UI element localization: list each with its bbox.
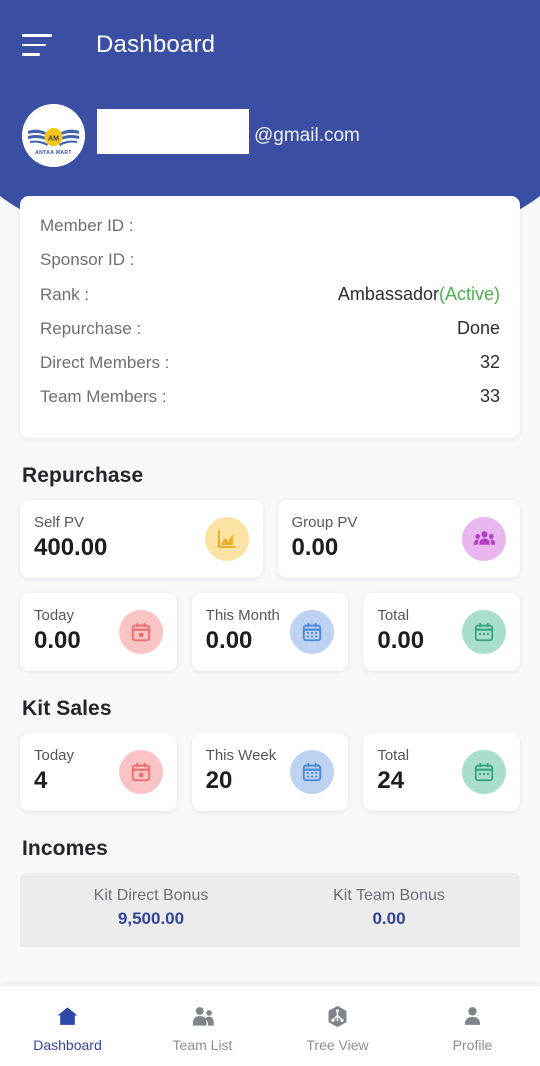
repurchase-period-row: Today 0.00 This Month 0.00 Total 0.00 xyxy=(0,593,540,671)
repurchase-pv-row: Self PV 400.00 Group PV 0.00 xyxy=(0,500,540,578)
info-row-team-members: Team Members : 33 xyxy=(40,386,500,420)
info-value: 33 xyxy=(479,386,500,406)
info-label: Team Members : xyxy=(40,387,167,406)
area-chart-icon xyxy=(204,516,249,561)
calendar-month-icon xyxy=(290,609,335,654)
stat-value: 0.00 xyxy=(34,627,81,655)
nav-label: Team List xyxy=(172,1036,233,1053)
stat-label: Total xyxy=(377,746,410,764)
antaa-mart-logo-icon: AM ANTAA MART xyxy=(22,104,85,167)
hamburger-menu-icon[interactable] xyxy=(22,32,56,58)
home-icon xyxy=(55,1004,80,1030)
stat-label: Today xyxy=(34,606,75,624)
stat-texts: Total 0.00 xyxy=(377,607,424,657)
stat-value: 400.00 xyxy=(34,534,108,562)
stat-texts: Today 0.00 xyxy=(34,607,81,657)
stat-card-self-pv[interactable]: Self PV 400.00 xyxy=(20,500,263,578)
nav-item-profile[interactable]: Profile xyxy=(405,986,540,1066)
info-row-member-id: Member ID : xyxy=(40,216,500,250)
info-label: Direct Members : xyxy=(40,353,170,372)
income-label: Kit Team Bonus xyxy=(333,887,445,904)
network-tree-icon xyxy=(325,1004,350,1030)
stat-label: This Month xyxy=(205,606,280,624)
nav-item-dashboard[interactable]: Dashboard xyxy=(0,986,135,1066)
stat-card-kit-week[interactable]: This Week 20 xyxy=(191,733,349,811)
stat-texts: Total 24 xyxy=(377,747,409,797)
svg-text:ANTAA MART: ANTAA MART xyxy=(35,150,72,156)
stat-card-repurchase-month[interactable]: This Month 0.00 xyxy=(191,593,349,671)
svg-text:AM: AM xyxy=(48,136,59,143)
stat-texts: This Week 20 xyxy=(206,747,277,797)
stat-value: 24 xyxy=(377,767,405,795)
nav-item-tree-view[interactable]: Tree View xyxy=(270,986,405,1066)
calendar-today-icon xyxy=(118,749,163,794)
people-icon xyxy=(190,1004,216,1030)
stat-label: Today xyxy=(34,746,75,764)
stat-texts: Self PV 400.00 xyxy=(34,514,107,564)
section-title-incomes: Incomes xyxy=(22,837,108,860)
stat-label: This Week xyxy=(205,746,277,764)
info-row-direct-members: Direct Members : 32 xyxy=(40,352,500,386)
status-badge: (Active) xyxy=(438,284,500,304)
info-row-repurchase: Repurchase : Done xyxy=(40,318,500,352)
stat-texts: Group PV 0.00 xyxy=(292,514,358,564)
dashboard-content[interactable]: Member ID : Sponsor ID : Rank : Ambassad… xyxy=(0,196,540,986)
info-value: 32 xyxy=(479,352,500,372)
member-info-card: Member ID : Sponsor ID : Rank : Ambassad… xyxy=(20,196,520,438)
stat-card-group-pv[interactable]: Group PV 0.00 xyxy=(277,500,520,578)
nav-label: Tree View xyxy=(306,1036,369,1053)
income-item-kit-direct-bonus[interactable]: Kit Direct Bonus 9,500.00 xyxy=(32,887,270,929)
income-label: Kit Direct Bonus xyxy=(93,887,209,904)
info-label: Member ID : xyxy=(40,216,134,235)
stat-label: Group PV xyxy=(291,513,358,531)
stat-value: 20 xyxy=(205,767,233,795)
incomes-panel: Kit Direct Bonus 9,500.00 Kit Team Bonus… xyxy=(20,873,520,947)
kit-sales-row: Today 4 This Week 20 Total 24 xyxy=(0,733,540,811)
info-row-rank: Rank : Ambassador(Active) xyxy=(40,284,500,318)
stat-texts: Today 4 xyxy=(34,747,74,797)
info-value: Done xyxy=(456,318,500,338)
app-header: Dashboard AM ANTAA MART @gmail.com xyxy=(0,0,540,228)
page-title: Dashboard xyxy=(96,31,216,58)
section-title-repurchase: Repurchase xyxy=(22,464,144,487)
stat-card-repurchase-total[interactable]: Total 0.00 xyxy=(363,593,521,671)
stat-value: 0.00 xyxy=(291,534,339,562)
income-item-kit-team-bonus[interactable]: Kit Team Bonus 0.00 xyxy=(270,887,508,929)
bottom-navigation: Dashboard Team List Tree View Profile xyxy=(0,985,540,1066)
person-icon xyxy=(460,1004,485,1030)
income-value: 9,500.00 xyxy=(117,909,185,928)
income-value: 0.00 xyxy=(372,909,406,928)
calendar-total-icon xyxy=(462,749,507,794)
stat-value: 0.00 xyxy=(205,627,253,655)
group-people-icon xyxy=(462,516,506,561)
calendar-today-icon xyxy=(118,609,163,654)
stat-label: Total xyxy=(377,606,410,624)
info-row-sponsor-id: Sponsor ID : xyxy=(40,250,500,284)
calendar-week-icon xyxy=(290,749,335,794)
calendar-total-icon xyxy=(462,609,507,654)
nav-label: Profile xyxy=(452,1036,493,1053)
info-value-rank: Ambassador(Active) xyxy=(338,284,500,305)
info-label: Rank : xyxy=(40,285,90,304)
info-label: Repurchase : xyxy=(40,319,142,338)
redaction-box xyxy=(97,109,249,154)
stat-card-kit-today[interactable]: Today 4 xyxy=(20,733,177,811)
nav-label: Dashboard xyxy=(33,1036,102,1053)
rank-name: Ambassador xyxy=(337,284,439,304)
stat-texts: This Month 0.00 xyxy=(206,607,280,657)
user-email-block: @gmail.com xyxy=(97,104,360,167)
stat-value: 0.00 xyxy=(377,627,425,655)
avatar[interactable]: AM ANTAA MART xyxy=(22,104,85,167)
stat-card-repurchase-today[interactable]: Today 0.00 xyxy=(20,593,177,671)
profile-row: AM ANTAA MART @gmail.com xyxy=(0,104,540,167)
stat-label: Self PV xyxy=(34,513,85,531)
nav-item-team-list[interactable]: Team List xyxy=(135,986,270,1066)
info-label: Sponsor ID : xyxy=(40,250,135,269)
top-bar: Dashboard xyxy=(0,0,540,90)
section-title-kit-sales: Kit Sales xyxy=(22,697,112,720)
stat-value: 4 xyxy=(34,767,48,795)
stat-card-kit-total[interactable]: Total 24 xyxy=(363,733,521,811)
